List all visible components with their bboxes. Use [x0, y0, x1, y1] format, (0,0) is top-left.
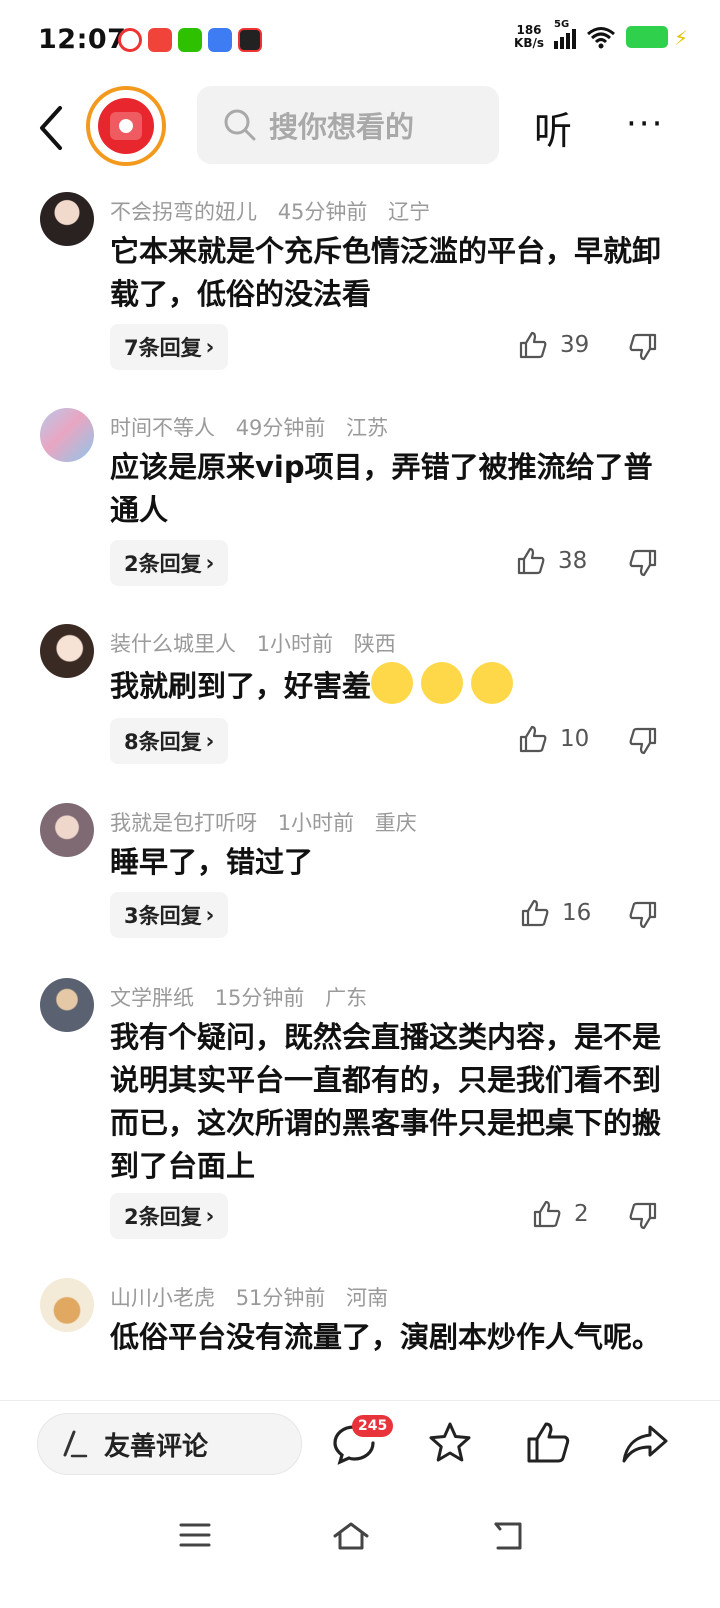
home-icon[interactable]	[332, 1520, 370, 1552]
charging-icon: ⚡	[673, 26, 688, 50]
comment-placeholder: 友善评论	[104, 1431, 209, 1462]
chevron-right-icon: ›	[205, 903, 215, 927]
thumbs-down-icon[interactable]	[628, 1201, 658, 1231]
back-icon[interactable]	[34, 100, 74, 156]
back-nav-icon[interactable]	[490, 1520, 526, 1552]
thumbs-up-icon	[519, 725, 547, 753]
comment-text[interactable]: 我就刷到了，好害羞	[110, 662, 670, 708]
thumbs-down-icon[interactable]	[628, 726, 658, 756]
comment-time: 1小时前	[256, 632, 334, 656]
search-placeholder: 搜你想看的	[269, 110, 415, 144]
system-navigation-bar	[0, 1490, 720, 1608]
thumbs-up-icon[interactable]	[524, 1419, 572, 1467]
view-replies-button[interactable]: 2条回复 ›	[110, 1193, 229, 1239]
comment-username[interactable]: 山川小老虎	[110, 1286, 215, 1310]
notification-icons	[118, 28, 262, 52]
comment-location: 陕西	[353, 632, 396, 656]
comment-text[interactable]: 我有个疑问，既然会直播这类内容，是不是说明其实平台一直都有的，只是我们看不到而已…	[110, 1016, 670, 1188]
battery-icon: ⚡	[626, 26, 688, 50]
thumbs-up-icon	[517, 547, 545, 575]
avatar[interactable]	[40, 624, 94, 678]
like-button[interactable]: 38	[516, 546, 587, 576]
shy-emoji-icon	[471, 662, 514, 704]
like-button[interactable]: 2	[532, 1199, 589, 1229]
comment-time: 49分钟前	[235, 416, 326, 440]
avatar[interactable]	[40, 408, 94, 462]
shy-emoji-icon	[421, 662, 464, 704]
app-notification-icon	[208, 28, 232, 52]
thumbs-down-icon[interactable]	[628, 332, 658, 362]
star-icon[interactable]	[426, 1419, 474, 1467]
view-replies-button[interactable]: 7条回复 ›	[110, 324, 229, 370]
thumbs-down-icon[interactable]	[628, 900, 658, 930]
avatar[interactable]	[40, 803, 94, 857]
chevron-right-icon: ›	[205, 1204, 215, 1228]
menu-icon[interactable]	[178, 1520, 212, 1550]
like-button[interactable]: 39	[518, 330, 589, 360]
search-icon	[224, 109, 256, 141]
comment-count-badge: 245	[352, 1415, 394, 1437]
comment-username[interactable]: 时间不等人	[110, 416, 215, 440]
bottom-action-bar: 友善评论 245	[0, 1400, 720, 1490]
wechat-icon	[178, 28, 202, 52]
comment-location: 广东	[325, 986, 368, 1010]
comment-time: 15分钟前	[214, 986, 305, 1010]
app-notification-icon	[148, 28, 172, 52]
comment-location: 重庆	[374, 811, 417, 835]
comment-text[interactable]: 它本来就是个充斥色情泛滥的平台，早就卸载了，低俗的没法看	[110, 230, 670, 316]
view-replies-button[interactable]: 8条回复 ›	[110, 718, 229, 764]
like-count: 10	[560, 726, 590, 752]
thumbs-down-icon[interactable]	[628, 548, 658, 578]
comment-input[interactable]: 友善评论	[37, 1413, 302, 1475]
avatar[interactable]	[40, 1278, 94, 1332]
signal-icon: 5G	[554, 19, 576, 49]
more-options-button[interactable]: ···	[626, 104, 664, 144]
pen-icon	[63, 1430, 88, 1458]
comment-text[interactable]: 睡早了，错过了	[110, 841, 670, 884]
comment-username[interactable]: 文学胖纸	[110, 986, 194, 1010]
comment-text[interactable]: 低俗平台没有流量了，演剧本炒作人气呢。	[110, 1316, 670, 1359]
comment-text[interactable]: 应该是原来vip项目，弄错了被推流给了普通人	[110, 446, 670, 532]
thumbs-up-icon	[519, 331, 547, 359]
chevron-right-icon: ›	[205, 551, 215, 575]
view-replies-button[interactable]: 3条回复 ›	[110, 892, 229, 938]
thumbs-up-icon	[521, 899, 549, 927]
status-time: 12:07	[38, 24, 127, 55]
comment-username[interactable]: 装什么城里人	[110, 632, 236, 656]
comment-username[interactable]: 我就是包打听呀	[110, 811, 257, 835]
listen-button[interactable]: 听	[534, 100, 572, 155]
comment-time: 51分钟前	[235, 1286, 326, 1310]
comment-location: 河南	[346, 1286, 389, 1310]
comment-time: 45分钟前	[277, 200, 368, 224]
app-notification-icon	[118, 28, 142, 52]
app-notification-icon	[238, 28, 262, 52]
chevron-right-icon: ›	[205, 729, 215, 753]
like-button[interactable]: 10	[518, 724, 589, 754]
comment-time: 1小时前	[277, 811, 355, 835]
like-count: 2	[574, 1201, 589, 1227]
status-bar: 12:07 186 KB/s 5G ⚡	[0, 0, 720, 80]
search-input[interactable]: 搜你想看的	[197, 86, 499, 164]
top-navigation: 搜你想看的 听 ···	[0, 80, 720, 176]
like-button[interactable]: 16	[520, 898, 591, 928]
app-logo[interactable]	[86, 86, 166, 166]
like-count: 39	[560, 332, 590, 358]
app-logo-icon	[98, 98, 154, 154]
like-count: 16	[562, 900, 592, 926]
share-icon[interactable]	[620, 1419, 670, 1467]
like-count: 38	[558, 548, 588, 574]
network-speed: 186 KB/s	[514, 23, 544, 50]
comment-username[interactable]: 不会拐弯的妞儿	[110, 200, 257, 224]
avatar[interactable]	[40, 192, 94, 246]
avatar[interactable]	[40, 978, 94, 1032]
comment-location: 江苏	[346, 416, 389, 440]
shy-emoji-icon	[371, 662, 414, 704]
chevron-right-icon: ›	[205, 335, 215, 359]
view-replies-button[interactable]: 2条回复 ›	[110, 540, 229, 586]
thumbs-up-icon	[533, 1200, 561, 1228]
comment-location: 辽宁	[388, 200, 431, 224]
wifi-icon	[587, 27, 615, 49]
